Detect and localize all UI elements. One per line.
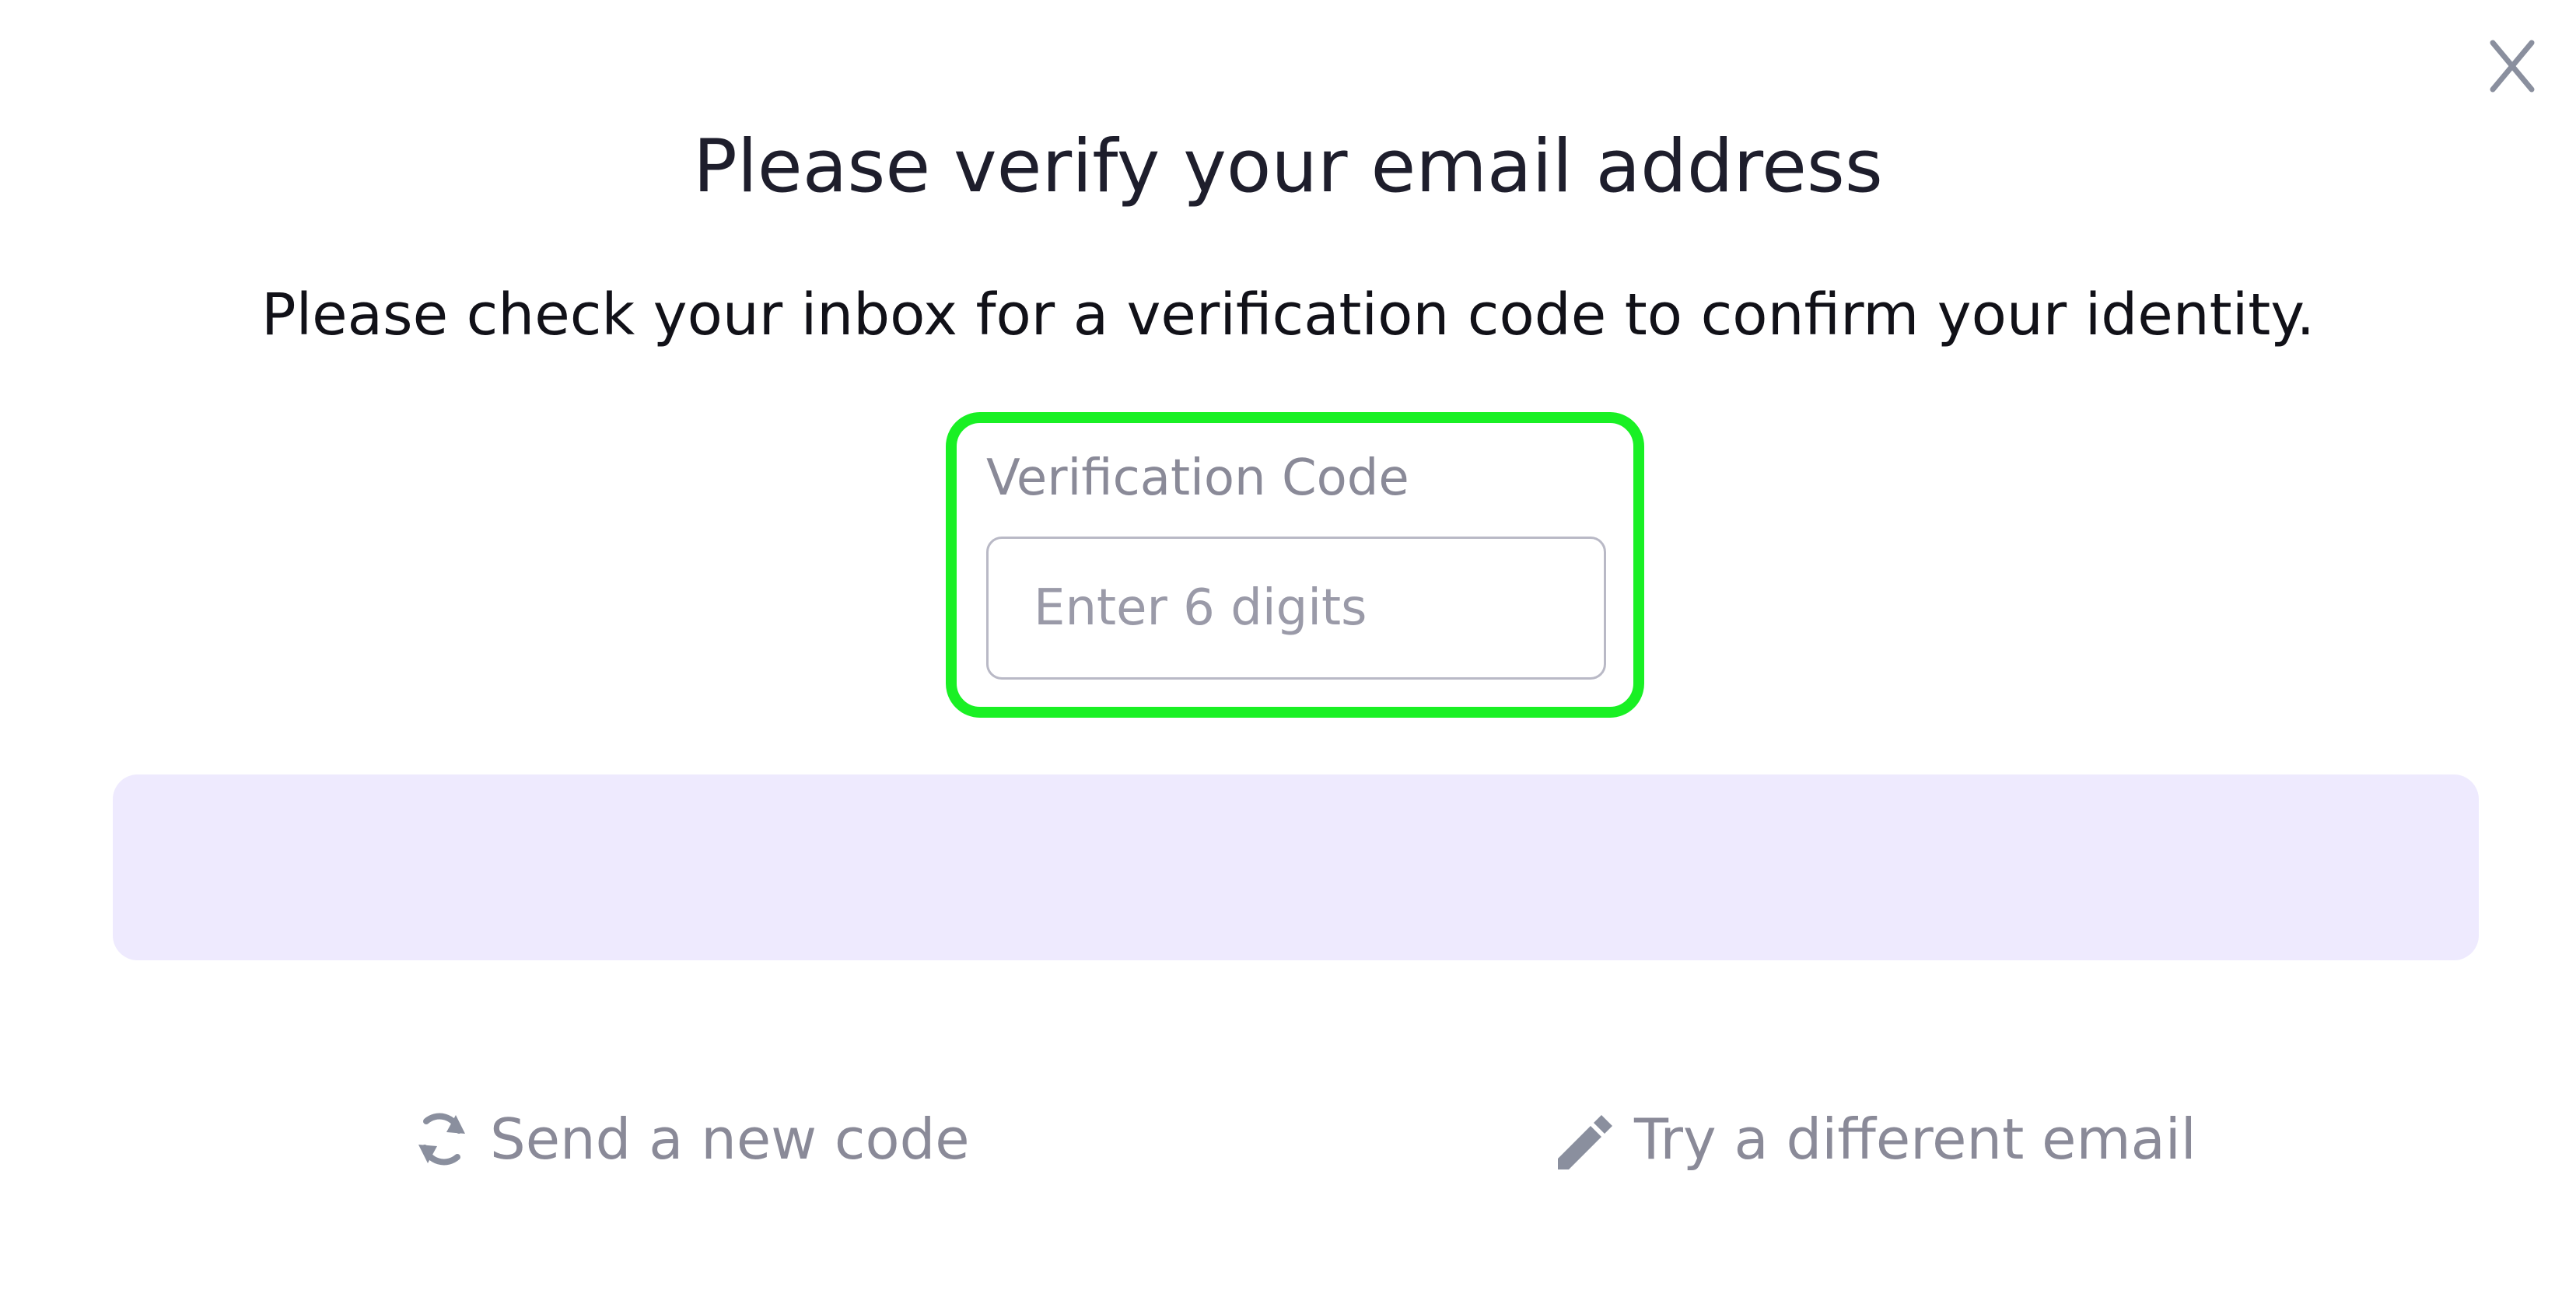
try-different-email-button[interactable]: Try a different email xyxy=(1552,1096,2196,1182)
verify-email-dialog: Please verify your email address Please … xyxy=(0,0,2576,1290)
dialog-title: Please verify your email address xyxy=(693,124,1883,209)
send-new-code-button[interactable]: Send a new code xyxy=(411,1096,970,1182)
send-new-code-label: Send a new code xyxy=(490,1106,970,1172)
try-different-email-label: Try a different email xyxy=(1634,1106,2196,1172)
refresh-icon xyxy=(411,1104,473,1174)
close-button[interactable] xyxy=(2481,31,2543,101)
info-banner xyxy=(113,774,2479,960)
dialog-subtitle: Please check your inbox for a verificati… xyxy=(261,281,2315,348)
close-icon xyxy=(2481,31,2543,101)
verification-code-input[interactable] xyxy=(986,537,1606,680)
pencil-icon xyxy=(1552,1104,1617,1174)
verification-code-label: Verification Code xyxy=(986,449,1409,507)
